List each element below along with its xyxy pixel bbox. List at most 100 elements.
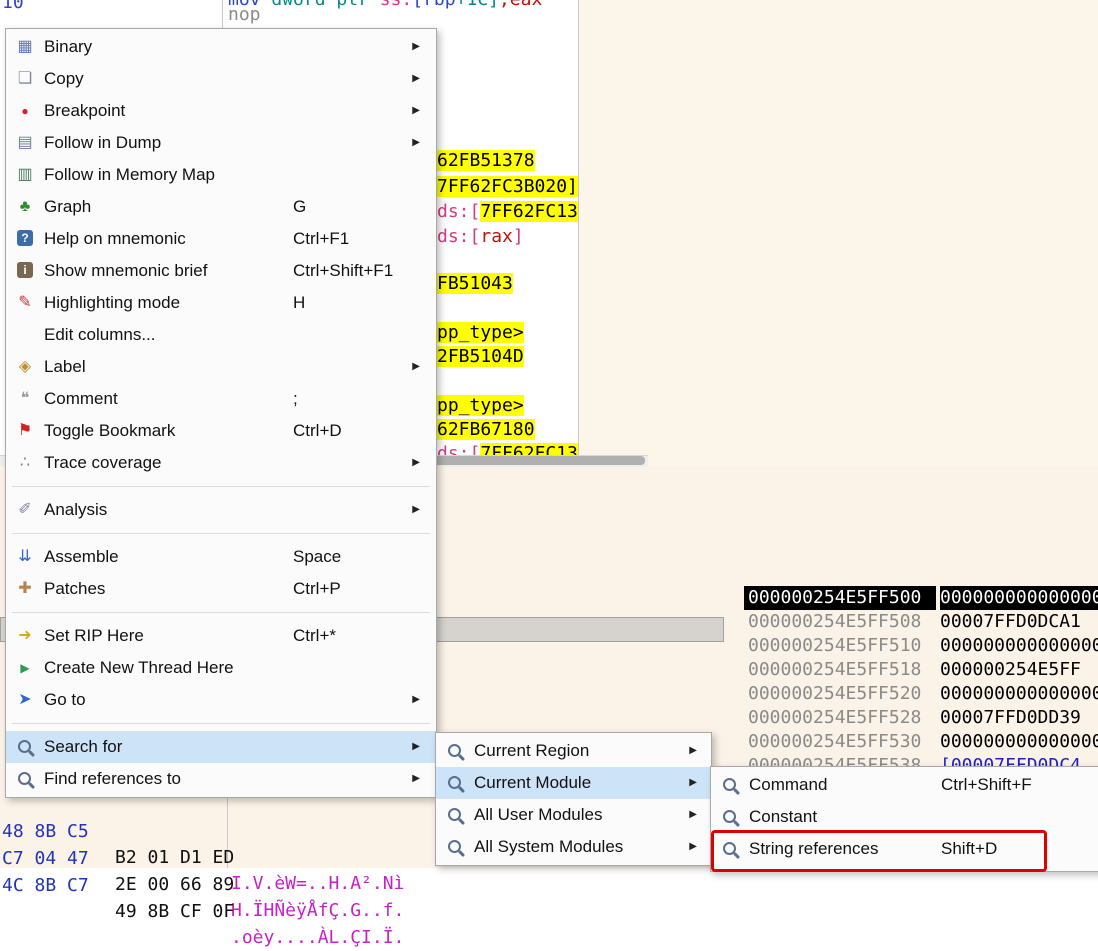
stack-row[interactable]: 000000254E5FF518 000000254E5FF: [744, 658, 1098, 682]
menu-item-go-to[interactable]: ➤ Go to ▶: [6, 684, 436, 716]
stack-row-selected[interactable]: 000000254E5FF500 000000000000000: [744, 586, 1098, 610]
menu-item-show-mnemonic-brief[interactable]: i Show mnemonic brief Ctrl+Shift+F1: [6, 255, 436, 287]
dump-ascii: H.ÏHÑèÿÅfÇ.G..f.: [231, 900, 405, 921]
memory-map-icon: ▥: [17, 166, 33, 183]
menu-item-copy[interactable]: ❏ Copy ▶: [6, 63, 436, 95]
assemble-icon: ⇊: [18, 548, 32, 565]
menu-item-help-on-mnemonic[interactable]: ? Help on mnemonic Ctrl+F1: [6, 223, 436, 255]
menu-item-toggle-bookmark[interactable]: ⚑ Toggle Bookmark Ctrl+D: [6, 415, 436, 447]
menu-item-label: Show mnemonic brief: [44, 261, 208, 280]
dump-row[interactable]: 4C 8B C7 49 8B CF 0F .oèy....ÀL.ÇI.Ï.: [0, 847, 440, 948]
menu-item-label: Copy: [44, 69, 84, 88]
menu-item-label: Breakpoint: [44, 101, 126, 120]
menu-separator: [12, 723, 430, 724]
menu-item-create-new-thread-here[interactable]: ▶ Create New Thread Here: [6, 652, 436, 684]
menu-item-binary[interactable]: ▦ Binary ▶: [6, 31, 436, 63]
menu-item-edit-columns[interactable]: Edit columns...: [6, 319, 436, 351]
menu-item-comment[interactable]: ❝ Comment ;: [6, 383, 436, 415]
dump-bytes: 4C 8B C7: [2, 875, 89, 896]
system-modules-search-icon: [448, 840, 461, 853]
disasm-fragment[interactable]: 2FB5104D: [437, 346, 524, 368]
menu-item-command[interactable]: Command Ctrl+Shift+F: [711, 769, 1098, 801]
module-search-icon: [448, 776, 461, 789]
menu-item-label: All System Modules: [474, 837, 624, 856]
disasm-nop-instruction: nop: [228, 4, 261, 25]
rip-arrow-icon: ➜: [18, 627, 32, 644]
references-search-icon: [18, 772, 31, 785]
string-references-search-icon: [723, 842, 736, 855]
disasm-fragment[interactable]: 62FB51378: [437, 150, 535, 172]
menu-item-shortcut: Ctrl+Shift+F1: [293, 261, 394, 280]
context-menu: ▦ Binary ▶ ❏ Copy ▶ ● Breakpoint ▶ ▤ Fol…: [5, 28, 437, 798]
graph-icon: ♣: [19, 198, 31, 215]
menu-item-label: Graph: [44, 197, 92, 216]
address-fragment: 10: [2, 0, 24, 13]
menu-item-shortcut: Ctrl+Shift+F: [941, 775, 1032, 794]
menu-item-breakpoint[interactable]: ● Breakpoint ▶: [6, 95, 436, 127]
menu-item-current-module[interactable]: Current Module ▶: [436, 767, 711, 799]
highlighter-icon: ✎: [18, 294, 32, 311]
menu-item-analysis[interactable]: ✐ Analysis ▶: [6, 494, 436, 526]
binary-icon: ▦: [17, 38, 33, 55]
disasm-fragment[interactable]: ds:[7FF62FC13: [437, 201, 578, 223]
menu-item-constant[interactable]: Constant: [711, 801, 1098, 833]
stack-row[interactable]: 000000254E5FF530 000000000000000: [744, 730, 1098, 754]
trace-icon: ∴: [19, 454, 31, 471]
menu-item-set-rip-here[interactable]: ➜ Set RIP Here Ctrl+*: [6, 620, 436, 652]
dump-icon: ▤: [17, 134, 33, 151]
menu-item-label: Follow in Memory Map: [44, 165, 215, 184]
chevron-right-icon: ▶: [689, 841, 697, 852]
menu-item-current-region[interactable]: Current Region ▶: [436, 735, 711, 767]
disasm-fragment[interactable]: 7FF62FC3B020]: [437, 176, 578, 198]
label-tag-icon: ◈: [18, 358, 32, 375]
region-search-icon: [448, 744, 461, 757]
bookmark-icon: ⚑: [17, 422, 33, 439]
disasm-fragment[interactable]: ds:[rax]: [437, 226, 524, 248]
menu-item-label: Set RIP Here: [44, 626, 144, 645]
menu-item-label: Comment: [44, 389, 118, 408]
menu-item-label: Binary: [44, 37, 93, 56]
stack-row[interactable]: 000000254E5FF510 000000000000000: [744, 634, 1098, 658]
disasm-fragment[interactable]: pp_type>: [437, 395, 524, 417]
menu-item-patches[interactable]: ✚ Patches Ctrl+P: [6, 573, 436, 605]
menu-item-find-references-to[interactable]: Find references to ▶: [6, 763, 436, 795]
menu-item-all-system-modules[interactable]: All System Modules ▶: [436, 831, 711, 863]
menu-item-shortcut: H: [293, 293, 306, 312]
stack-row[interactable]: 000000254E5FF528 00007FFD0DD39: [744, 706, 1098, 730]
constant-search-icon: [723, 810, 736, 823]
stack-address: 000000254E5FF508: [748, 611, 922, 632]
menu-item-label: Search for: [44, 737, 123, 756]
menu-item-highlighting-mode[interactable]: ✎ Highlighting mode H: [6, 287, 436, 319]
disasm-instruction-fragment: mov dword ptr ss:[rbp+1C],eax: [228, 0, 542, 11]
menu-separator: [12, 612, 430, 613]
menu-item-shortcut: Ctrl+*: [293, 626, 336, 645]
disasm-fragment[interactable]: pp_type>: [437, 322, 524, 344]
command-search-icon: [723, 778, 736, 791]
copy-icon: ❏: [17, 70, 33, 87]
menu-item-label: Command: [749, 775, 828, 794]
dump-bytes: 49 8B CF 0F: [115, 901, 235, 922]
dump-row[interactable]: C7 04 47 2E 00 66 89 H.ÏHÑèÿÅfÇ.G..f.: [0, 820, 440, 921]
menu-item-assemble[interactable]: ⇊ Assemble Space: [6, 541, 436, 573]
menu-item-search-for[interactable]: Search for ▶: [6, 731, 436, 763]
menu-item-all-user-modules[interactable]: All User Modules ▶: [436, 799, 711, 831]
menu-item-label: Toggle Bookmark: [44, 421, 176, 440]
stack-value: 000000254E5FF: [940, 659, 1081, 680]
menu-item-string-references[interactable]: String references Shift+D: [711, 833, 1098, 865]
stack-row[interactable]: 000000254E5FF520 000000000000000: [744, 682, 1098, 706]
menu-item-label: Patches: [44, 579, 106, 598]
menu-item-follow-in-memory-map[interactable]: ▥ Follow in Memory Map: [6, 159, 436, 191]
menu-item-graph[interactable]: ♣ Graph G: [6, 191, 436, 223]
menu-item-label[interactable]: ◈ Label ▶: [6, 351, 436, 383]
disasm-fragment[interactable]: FB51043: [437, 273, 513, 295]
stack-row[interactable]: 000000254E5FF508 00007FFD0DCA1: [744, 610, 1098, 634]
chevron-right-icon: ▶: [689, 809, 697, 820]
chevron-right-icon: ▶: [412, 694, 420, 705]
breakpoint-icon: ●: [21, 104, 29, 118]
menu-item-follow-in-dump[interactable]: ▤ Follow in Dump ▶: [6, 127, 436, 159]
analysis-icon: ✐: [18, 501, 32, 518]
menu-item-shortcut: Ctrl+P: [293, 579, 341, 598]
disasm-fragment[interactable]: 62FB67180: [437, 419, 535, 441]
menu-item-trace-coverage[interactable]: ∴ Trace coverage ▶: [6, 447, 436, 479]
help-icon: ?: [17, 230, 33, 246]
